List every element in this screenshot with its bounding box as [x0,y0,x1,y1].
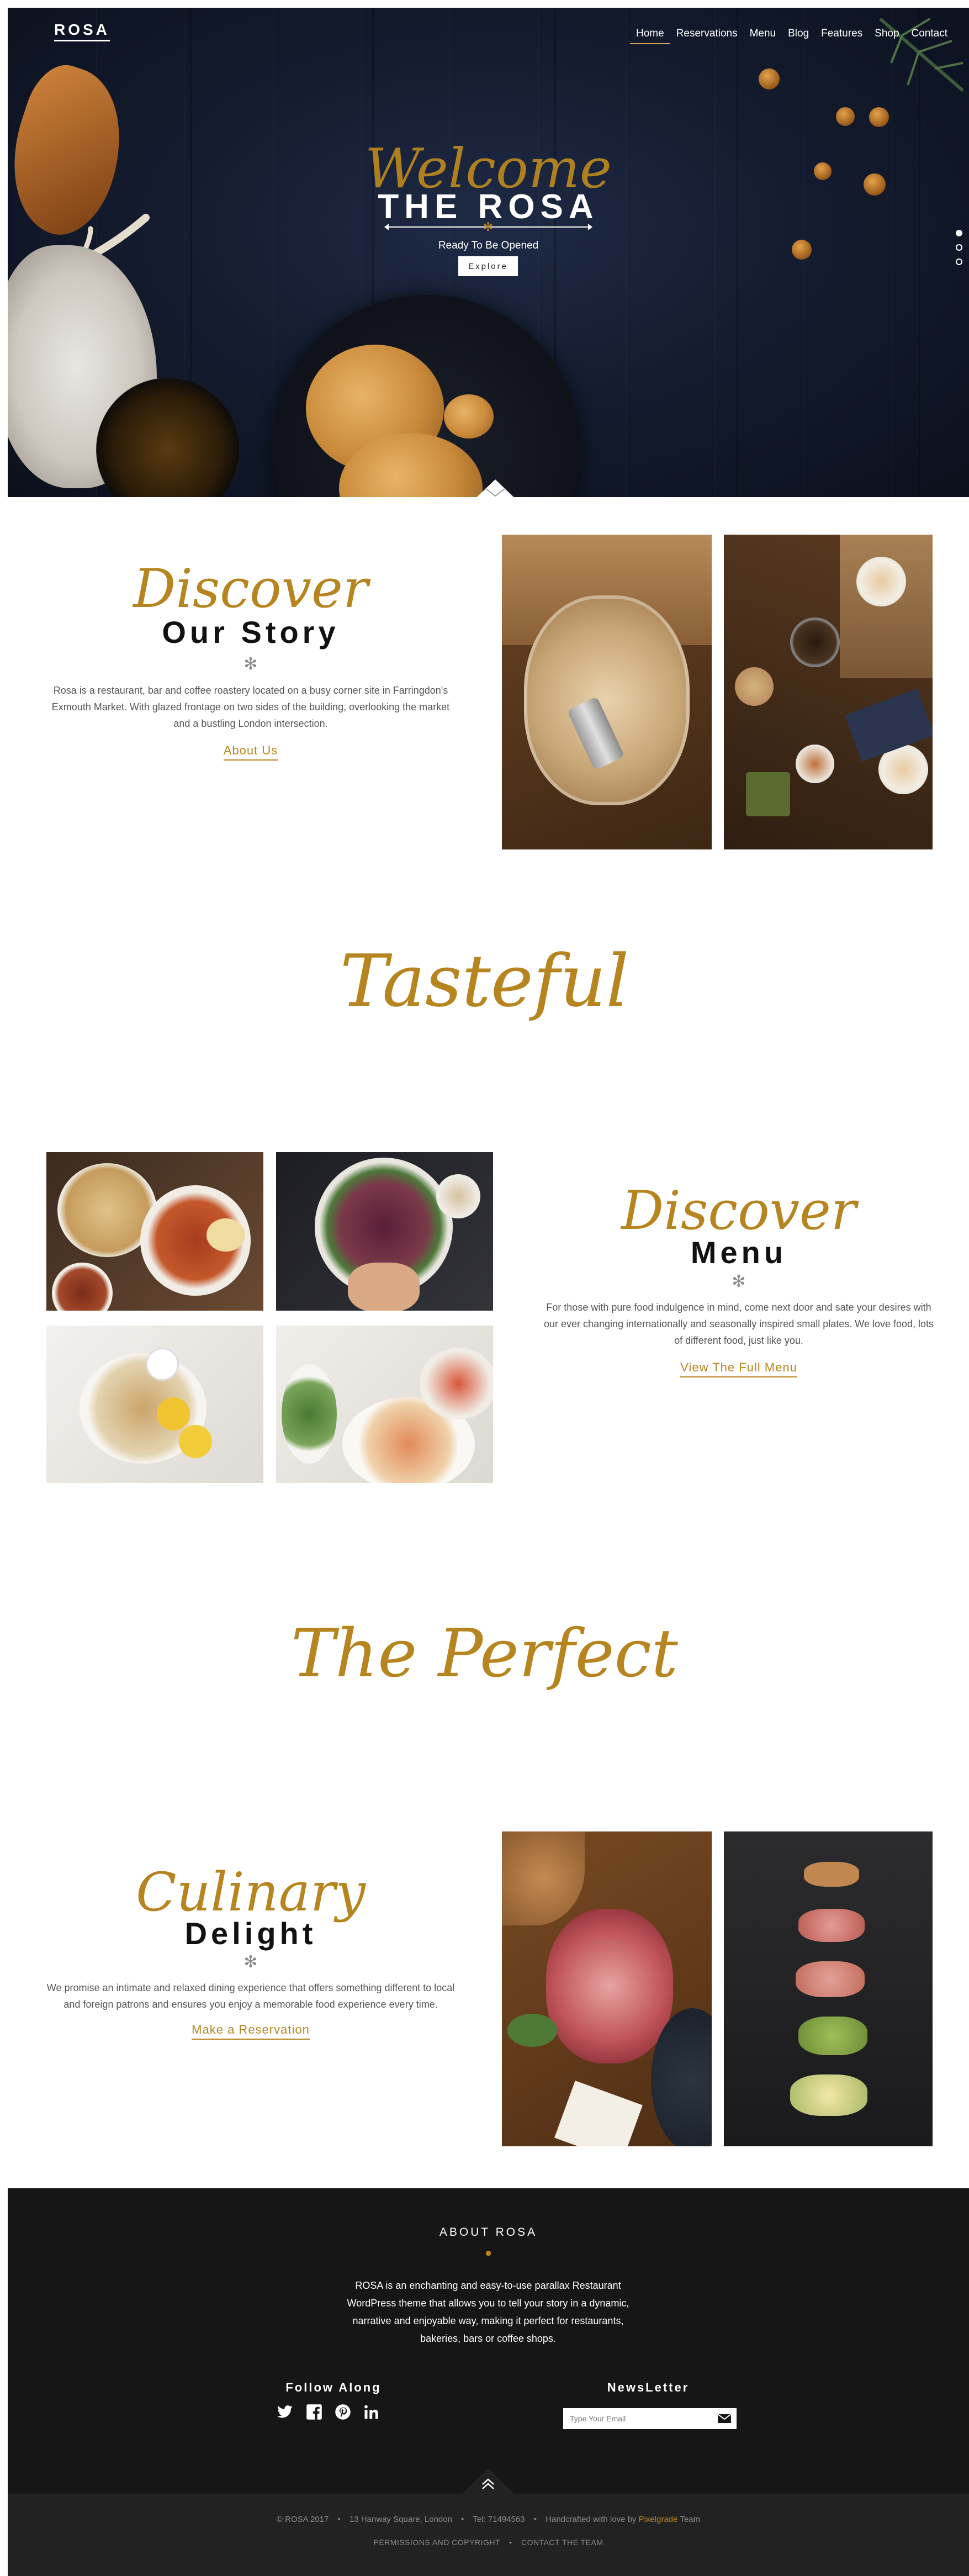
acorn-decoration [759,68,780,89]
newsletter-form [563,2408,737,2429]
tasteful-script-title: Tasteful [340,939,629,1023]
address-text: 13 Hanway Square, London [349,2515,452,2524]
permissions-link[interactable]: PERMISSIONS AND COPYRIGHT [373,2538,500,2547]
nav-shop[interactable]: Shop [869,24,905,44]
charcuterie-photo [502,1831,712,2146]
acorn-decoration [869,107,889,127]
envelope-icon [717,2414,732,2423]
dot-divider-icon: ● [484,2246,493,2260]
acorn-decoration [836,107,855,126]
story-heading: Our Story [162,615,340,650]
the-perfect-script-title: The Perfect [290,1616,679,1692]
cookie-crumb [444,394,494,439]
nav-home[interactable]: Home [630,24,670,44]
social-links [276,2404,380,2420]
hero-title: THE ROSA [378,188,599,226]
story-script-title: Discover [133,558,368,620]
pine-branch-decoration [879,17,964,92]
credit-suffix: Team [680,2515,701,2524]
email-input[interactable] [563,2408,712,2429]
main-navigation: Home Reservations Menu Blog Features Sho… [630,24,954,44]
nav-menu[interactable]: Menu [744,24,782,44]
newsletter-title: NewsLetter [607,2380,690,2394]
footer-info-line: © ROSA 2017 • 13 Hanway Square, London •… [276,2515,701,2524]
subscribe-button[interactable] [712,2408,737,2429]
contact-team-link[interactable]: CONTACT THE TEAM [521,2538,603,2547]
footer-bottom-bar: © ROSA 2017 • 13 Hanway Square, London •… [8,2494,969,2576]
copyright-text: © ROSA 2017 [276,2515,329,2524]
explore-button[interactable]: Explore [458,256,518,276]
nav-contact[interactable]: Contact [906,24,954,44]
back-to-top-button[interactable] [462,2464,515,2494]
menu-text: For those with pure food indulgence in m… [543,1302,934,1346]
delight-text: We promise an intimate and relaxed dinin… [46,1982,455,2010]
phone-text: Tel: 71494563 [473,2515,525,2524]
about-us-link[interactable]: About Us [223,743,278,761]
hero-section: ROSA Home Reservations Menu Blog Feature… [8,8,969,497]
credit-prefix: Handcrafted with love by [546,2515,637,2524]
star-divider-icon: ✻ [243,655,258,673]
dish-photo-2 [276,1152,493,1311]
slide-dot-3[interactable] [956,258,962,265]
bruschetta-photo [724,1831,933,2146]
star-divider-icon: ✻ [243,1953,258,1971]
make-reservation-link[interactable]: Make a Reservation [192,2023,310,2040]
view-menu-link[interactable]: View The Full Menu [680,1360,797,1377]
star-divider-icon: ✻ [732,1273,746,1291]
pinterest-icon[interactable] [335,2404,351,2420]
nav-blog[interactable]: Blog [782,24,815,44]
menu-heading: Menu [690,1235,787,1270]
svg-text:✻: ✻ [483,222,493,232]
slide-dot-1[interactable] [956,230,962,236]
pixelgrade-link[interactable]: Pixelgrade [639,2515,678,2524]
menu-script-title: Discover [621,1180,856,1242]
slide-dot-2[interactable] [956,244,962,251]
delight-script-title: Culinary [136,1861,366,1923]
nav-reservations[interactable]: Reservations [670,24,744,44]
dish-photo-3 [46,1326,263,1483]
twitter-icon[interactable] [276,2404,294,2420]
about-rosa-text: ROSA is an enchanting and easy-to-use pa… [347,2280,629,2344]
scroll-down-button[interactable] [469,475,522,497]
dish-photo-1 [46,1152,263,1311]
footer-links: PERMISSIONS AND COPYRIGHT • CONTACT THE … [373,2538,603,2547]
facebook-icon[interactable] [306,2404,322,2420]
hero-tagline: Ready To Be Opened [438,240,539,251]
site-logo[interactable]: ROSA [54,21,110,41]
nav-features[interactable]: Features [815,24,869,44]
coffee-spices-photo [724,535,933,849]
about-rosa-title: ABOUT ROSA [439,2226,538,2239]
follow-along-title: Follow Along [285,2380,382,2394]
story-text: Rosa is a restaurant, bar and coffee roa… [51,685,450,729]
hero-divider: ✻ [384,222,592,232]
granola-jar-photo [502,535,712,849]
dish-photo-4 [276,1326,493,1483]
delight-heading: Delight [184,1916,317,1951]
linkedin-icon[interactable] [363,2404,380,2420]
slider-dots [956,230,962,265]
